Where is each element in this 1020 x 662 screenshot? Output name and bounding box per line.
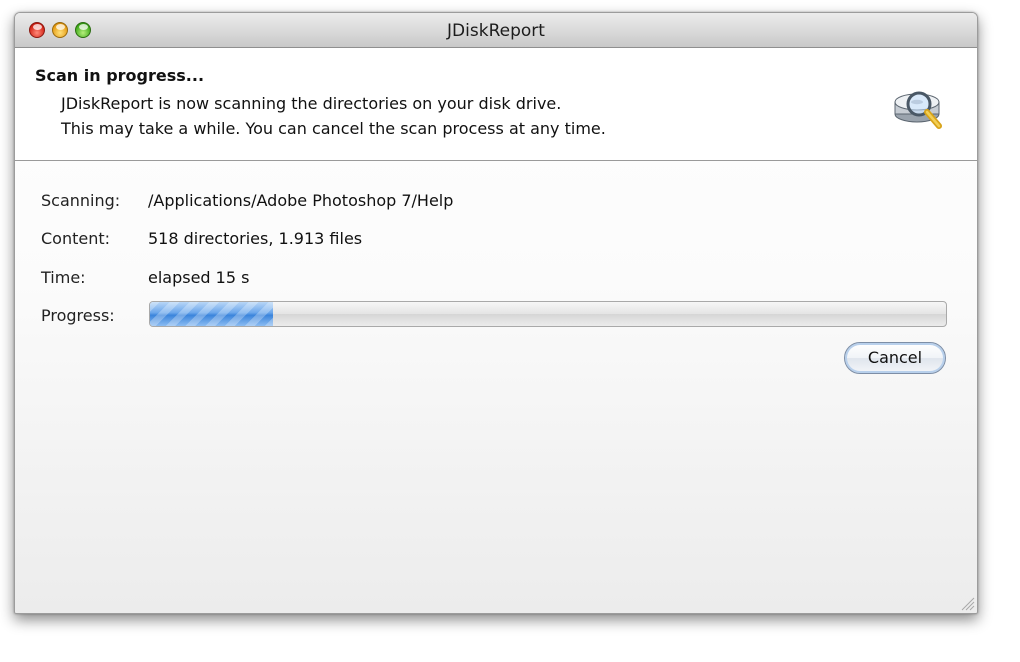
zoom-icon: [79, 24, 88, 30]
title-bar[interactable]: JDiskReport: [15, 13, 977, 48]
zoom-button[interactable]: [75, 22, 91, 38]
resize-grip-icon[interactable]: [959, 595, 975, 611]
progress-bar: [149, 301, 947, 327]
cancel-button[interactable]: Cancel: [844, 342, 946, 374]
minimize-icon: [56, 24, 65, 30]
content-label: Content:: [41, 229, 111, 248]
header-description-line-2: This may take a while. You can cancel th…: [61, 119, 606, 138]
progress-bar-fill: [150, 302, 274, 326]
progress-label: Progress:: [41, 306, 115, 325]
content-value: 518 directories, 1.913 files: [148, 229, 363, 248]
minimize-button[interactable]: [52, 22, 68, 38]
scanning-path-value: /Applications/Adobe Photoshop 7/Help: [148, 191, 454, 210]
scanning-label: Scanning:: [41, 191, 121, 210]
header-title: Scan in progress...: [35, 66, 205, 85]
window-title: JDiskReport: [447, 21, 545, 41]
close-button[interactable]: [29, 22, 45, 38]
time-value: elapsed 15 s: [148, 268, 250, 287]
time-label: Time:: [41, 268, 86, 287]
header-panel: Scan in progress... JDiskReport is now s…: [15, 48, 977, 161]
close-icon: [33, 24, 42, 30]
header-description-line-1: JDiskReport is now scanning the director…: [61, 94, 562, 113]
magnifier-disk-icon: [894, 91, 942, 129]
jdiskreport-window: JDiskReport Scan in progress... JDiskRep…: [14, 12, 978, 614]
